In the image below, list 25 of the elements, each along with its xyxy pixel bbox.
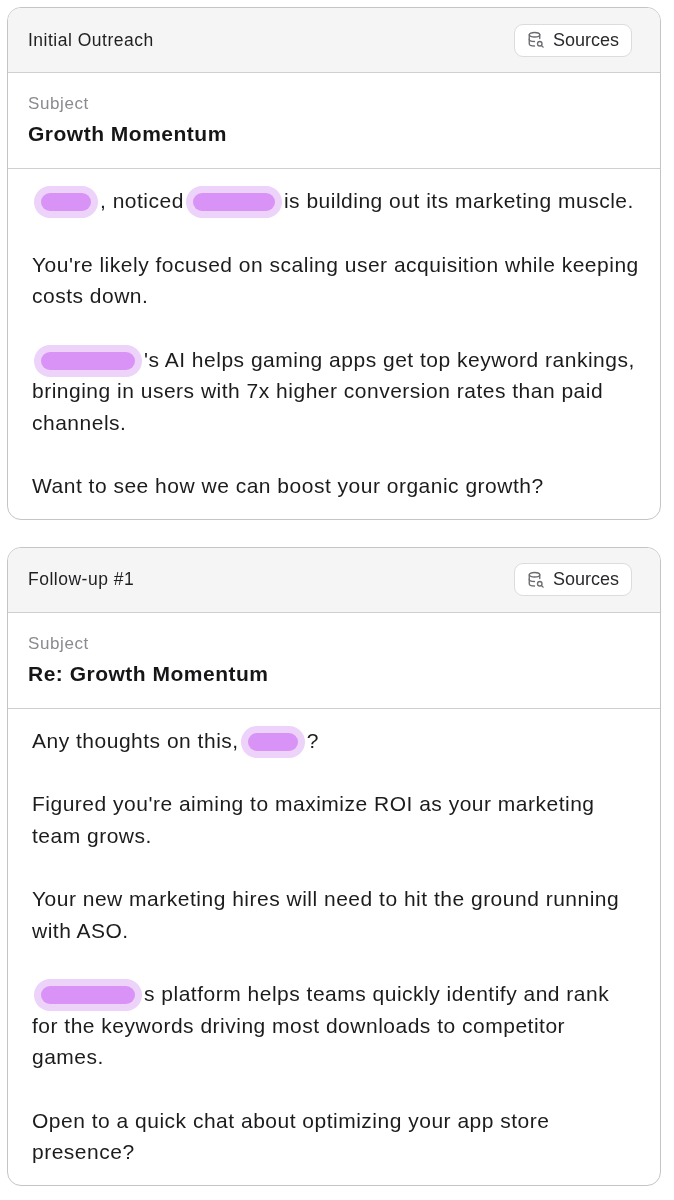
body-text: Figured you're aiming to maximize ROI as your marketing team grows. <box>32 792 595 847</box>
redaction-pill <box>240 725 305 758</box>
body-text: is building out its marketing muscle. <box>283 189 634 212</box>
card-title: Follow-up #1 <box>28 568 135 592</box>
body-text: Any thoughts on this, <box>32 728 239 752</box>
subject-label: Subject <box>28 93 89 115</box>
body-text: ? <box>306 728 319 752</box>
subject-title: Growth Momentum <box>28 121 227 147</box>
body-text: Your new marketing hires will need to hit the ground running with ASO. <box>32 887 620 942</box>
card-title: Initial Outreach <box>28 28 154 52</box>
subject-label: Subject <box>28 632 89 655</box>
body-text: bringing in users with 7x higher conversion rates than paid channels. <box>32 378 605 436</box>
body-text: Want to see how we can boost your organic growth? <box>32 474 544 497</box>
database-search-icon <box>526 570 545 589</box>
database-search-icon <box>526 31 545 49</box>
sources-button[interactable]: Sources <box>513 23 632 57</box>
sources-button[interactable]: Sources <box>513 563 632 596</box>
body-text: , noticed <box>100 189 184 212</box>
subject-title: Re: Growth Momentum <box>28 660 269 687</box>
body-text: for the keywords driving most downloads to competitor games. <box>32 1012 567 1070</box>
body-text: 's AI helps gaming apps get top keyword rankings, <box>144 347 635 371</box>
body-text: s platform helps teams quickly identify and rank <box>144 982 610 1005</box>
body-text: You're likely focused on scaling user acquisition while keeping costs down. <box>32 252 639 307</box>
body-text: Open to a quick chat about optimizing your app store presence? <box>32 1108 550 1163</box>
redaction-pill <box>34 186 98 219</box>
